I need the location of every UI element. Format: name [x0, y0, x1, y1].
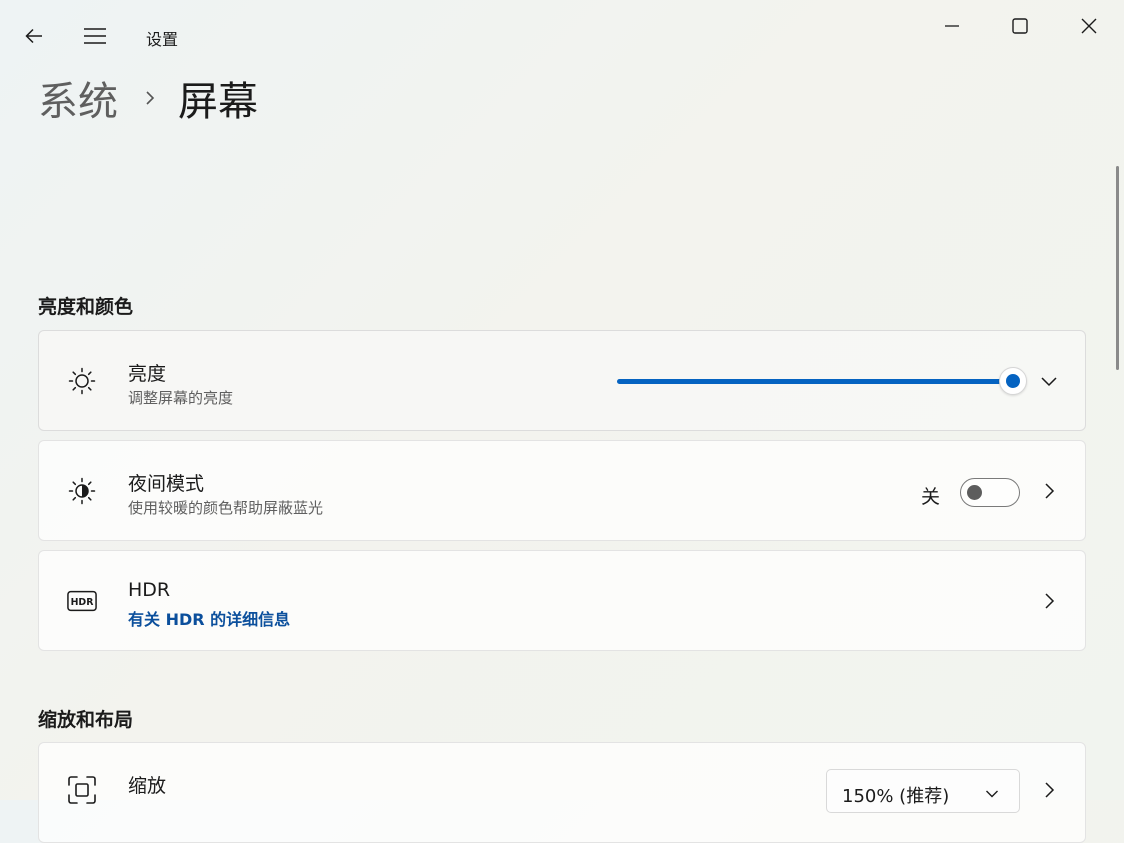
scale-dropdown-value: 150% (推荐)	[842, 786, 950, 807]
vertical-scrollbar[interactable]	[1116, 166, 1119, 370]
section-title-scale-layout: 缩放和布局	[38, 709, 134, 731]
minimize-button[interactable]	[940, 14, 964, 38]
close-icon	[1081, 18, 1097, 34]
brightness-title: 亮度	[128, 363, 167, 385]
hdr-title: HDR	[128, 579, 171, 601]
night-light-toggle[interactable]	[960, 478, 1020, 507]
night-light-icon	[67, 476, 97, 506]
section-title-brightness-color: 亮度和颜色	[38, 296, 134, 318]
night-light-title: 夜间模式	[128, 473, 205, 495]
close-button[interactable]	[1077, 14, 1101, 38]
chevron-right-icon	[1045, 482, 1055, 499]
toggle-knob	[967, 485, 982, 500]
page-title: 屏幕	[178, 79, 258, 125]
brightness-expand-button[interactable]	[1039, 371, 1059, 391]
back-arrow-icon	[25, 28, 42, 44]
hdr-info-link[interactable]: 有关 HDR 的详细信息	[128, 606, 290, 630]
hdr-open-button[interactable]	[1039, 591, 1059, 611]
brightness-slider-track[interactable]	[617, 379, 1007, 384]
chevron-down-icon	[1041, 376, 1057, 386]
night-light-state-label: 关	[921, 486, 941, 508]
menu-button[interactable]	[83, 24, 107, 48]
scale-title: 缩放	[128, 775, 167, 797]
minimize-icon	[945, 25, 959, 27]
maximize-button[interactable]	[1008, 14, 1032, 38]
brightness-subtitle: 调整屏幕的亮度	[128, 389, 234, 407]
brightness-slider-thumb[interactable]	[999, 367, 1027, 395]
scale-open-button[interactable]	[1039, 780, 1059, 800]
back-button[interactable]	[22, 24, 46, 48]
maximize-icon	[1012, 18, 1028, 34]
hamburger-menu-icon	[84, 28, 106, 44]
brightness-card: 亮度 调整屏幕的亮度	[38, 330, 1086, 431]
scale-icon	[67, 775, 97, 805]
night-light-subtitle: 使用较暖的颜色帮助屏蔽蓝光	[128, 499, 324, 517]
night-light-open-button[interactable]	[1039, 481, 1059, 501]
chevron-right-icon	[1045, 592, 1055, 609]
chevron-down-icon	[985, 784, 999, 803]
scale-card: 缩放 150% (推荐)	[38, 742, 1086, 843]
night-light-card[interactable]: 夜间模式 使用较暖的颜色帮助屏蔽蓝光 关	[38, 440, 1086, 541]
hdr-icon: HDR	[67, 586, 97, 616]
breadcrumb-parent[interactable]: 系统	[38, 69, 118, 127]
sun-icon	[67, 366, 97, 396]
scale-dropdown[interactable]: 150% (推荐)	[826, 769, 1020, 813]
app-title: 设置	[146, 30, 179, 49]
hdr-card[interactable]: HDR HDR 有关 HDR 的详细信息	[38, 550, 1086, 651]
chevron-right-icon	[1045, 782, 1055, 798]
svg-text:HDR: HDR	[71, 597, 95, 608]
breadcrumb: 系统 屏幕	[38, 70, 258, 126]
breadcrumb-chevron-icon	[144, 89, 156, 107]
